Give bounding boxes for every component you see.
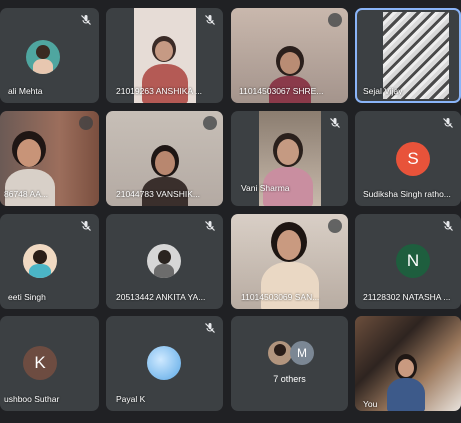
participant-tile[interactable]: 11014503069 SAN...	[231, 214, 348, 309]
self-view-tile[interactable]: You	[355, 316, 461, 411]
participant-name: 21128302 NATASHA ...	[363, 292, 451, 302]
participant-name: eeti Singh	[8, 292, 46, 302]
participant-name: Sejal Vijay	[363, 86, 403, 96]
participant-video	[355, 316, 461, 411]
participant-name: 86748 AA...	[4, 189, 48, 199]
participant-tile[interactable]: K ushboo Suthar	[0, 316, 99, 411]
participant-grid: ali Mehta 21019263 ANSHIKA ... 110145030…	[0, 0, 461, 423]
participant-name: Vani Sharma	[241, 183, 290, 193]
avatar: M	[290, 341, 314, 365]
participant-name: 21019263 ANSHIKA ...	[116, 86, 203, 96]
participant-name: 21044783 VANSHIK...	[116, 189, 200, 199]
participant-tile[interactable]: N 21128302 NATASHA ...	[355, 214, 461, 309]
participant-name: Sudiksha Singh ratho...	[363, 189, 451, 199]
mic-off-icon	[443, 118, 453, 128]
mic-off-icon	[205, 15, 215, 25]
mic-off-icon	[81, 221, 91, 231]
avatar: N	[396, 244, 430, 278]
avatar	[147, 346, 181, 380]
participant-tile[interactable]: 86748 AA...	[0, 111, 99, 206]
avatar	[268, 341, 292, 365]
participant-name: ushboo Suthar	[4, 394, 60, 404]
participant-tile[interactable]: 11014503067 SHRE...	[231, 8, 348, 103]
others-count-label: 7 others	[273, 374, 306, 384]
mic-off-icon	[330, 118, 340, 128]
mic-off-icon	[81, 15, 91, 25]
participant-name: Payal K	[116, 394, 146, 404]
avatar	[23, 244, 57, 278]
participant-name: 11014503067 SHRE...	[239, 86, 324, 96]
participant-tile[interactable]: Vani Sharma	[231, 111, 348, 206]
mic-off-icon	[79, 116, 93, 130]
participant-name: 20513442 ANKITA YA...	[116, 292, 206, 302]
participant-tile[interactable]: Payal K	[106, 316, 223, 411]
participant-name: ali Mehta	[8, 86, 43, 96]
participant-name: 11014503069 SAN...	[241, 292, 320, 302]
participant-tile-active-speaker[interactable]: Sejal Vijay	[355, 8, 461, 103]
participant-tile[interactable]: 21019263 ANSHIKA ...	[106, 8, 223, 103]
mic-off-icon	[205, 323, 215, 333]
avatar: S	[396, 142, 430, 176]
mic-off-icon	[328, 13, 342, 27]
participant-name: You	[363, 399, 378, 409]
mic-off-icon	[443, 221, 453, 231]
mic-off-icon	[205, 221, 215, 231]
mic-off-icon	[203, 116, 217, 130]
participant-tile[interactable]: S Sudiksha Singh ratho...	[355, 111, 461, 206]
others-tile[interactable]: M 7 others	[231, 316, 348, 411]
avatar	[26, 40, 60, 74]
avatar: K	[23, 346, 57, 380]
participant-tile[interactable]: ali Mehta	[0, 8, 99, 103]
participant-tile[interactable]: 21044783 VANSHIK...	[106, 111, 223, 206]
participant-tile[interactable]: eeti Singh	[0, 214, 99, 309]
participant-tile[interactable]: 20513442 ANKITA YA...	[106, 214, 223, 309]
avatar	[147, 244, 181, 278]
mic-off-icon	[328, 219, 342, 233]
